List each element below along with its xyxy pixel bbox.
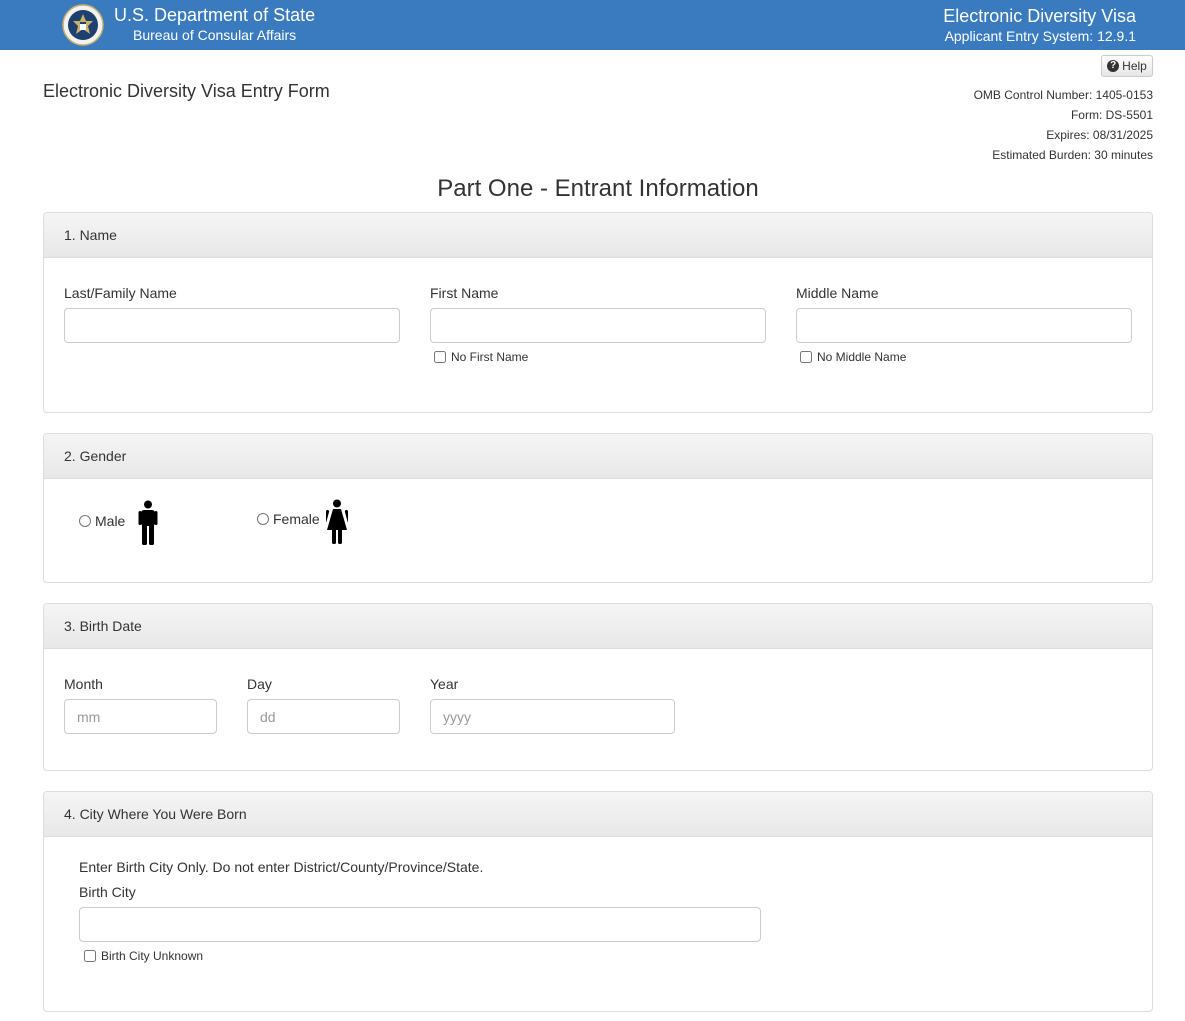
omb-expiration: Expires: 08/31/2025: [1046, 128, 1153, 142]
state-department-seal-icon: [62, 4, 104, 46]
male-person-icon: [138, 500, 158, 545]
omb-burden: Estimated Burden: 30 minutes: [992, 148, 1153, 162]
first-name-input[interactable]: [430, 308, 766, 343]
birth-date-panel: 3. Birth Date Month Day Year: [43, 603, 1153, 771]
birth-year-label: Year: [430, 676, 459, 692]
no-middle-name-checkbox[interactable]: [800, 351, 812, 363]
gender-female-radio[interactable]: [257, 513, 269, 525]
no-middle-name-label: No Middle Name: [817, 350, 907, 364]
site-header: U.S. Department of State Bureau of Consu…: [0, 0, 1185, 50]
middle-name-input[interactable]: [796, 308, 1132, 343]
gender-male-radio[interactable]: [79, 515, 91, 527]
birth-city-input[interactable]: [79, 907, 761, 942]
omb-form-number: Form: DS-5501: [1070, 108, 1153, 122]
system-version: Applicant Entry System: 12.9.1: [944, 28, 1136, 44]
birth-city-label: Birth City: [79, 884, 136, 900]
gender-female-label: Female: [273, 511, 320, 527]
birth-year-input[interactable]: [430, 699, 675, 734]
help-button[interactable]: ? Help: [1101, 55, 1153, 77]
first-name-label: First Name: [430, 285, 499, 301]
help-button-label: Help: [1122, 59, 1147, 73]
birth-month-label: Month: [64, 676, 103, 692]
system-title: Electronic Diversity Visa: [943, 6, 1136, 26]
gender-panel-heading: 2. Gender: [44, 434, 1152, 479]
last-name-input[interactable]: [64, 308, 400, 343]
no-middle-name-option[interactable]: No Middle Name: [800, 350, 906, 364]
omb-control-number: OMB Control Number: 1405-0153: [973, 88, 1153, 102]
gender-panel: 2. Gender Male Female: [43, 433, 1153, 583]
question-circle-icon: ?: [1107, 60, 1120, 72]
gender-male-label: Male: [95, 513, 126, 529]
gender-female-option[interactable]: Female: [257, 511, 320, 527]
female-person-icon: [326, 499, 348, 544]
no-first-name-label: No First Name: [451, 350, 529, 364]
name-panel-heading: 1. Name: [44, 213, 1152, 258]
last-name-label: Last/Family Name: [64, 285, 177, 301]
birth-city-unknown-label: Birth City Unknown: [101, 949, 204, 963]
birth-date-panel-heading: 3. Birth Date: [44, 604, 1152, 649]
no-first-name-option[interactable]: No First Name: [434, 350, 528, 364]
birth-month-input[interactable]: [64, 699, 217, 734]
birth-city-instruction: Enter Birth City Only. Do not enter Dist…: [79, 859, 484, 875]
middle-name-label: Middle Name: [796, 285, 879, 301]
birth-city-unknown-option[interactable]: Birth City Unknown: [84, 949, 203, 963]
part-title: Part One - Entrant Information: [437, 175, 759, 202]
department-title: U.S. Department of State: [114, 5, 316, 25]
birth-city-panel: 4. City Where You Were Born Enter Birth …: [43, 791, 1153, 1012]
omb-info: OMB Control Number: 1405-0153 Form: DS-5…: [974, 85, 1153, 165]
birth-city-unknown-checkbox[interactable]: [84, 950, 96, 962]
gender-male-option[interactable]: Male: [79, 513, 125, 529]
birth-city-panel-heading: 4. City Where You Were Born: [44, 792, 1152, 837]
birth-day-label: Day: [247, 676, 272, 692]
form-title: Electronic Diversity Visa Entry Form: [43, 81, 330, 101]
no-first-name-checkbox[interactable]: [434, 351, 446, 363]
birth-day-input[interactable]: [247, 699, 400, 734]
name-panel: 1. Name Last/Family Name First Name No F…: [43, 212, 1153, 413]
department-subtitle: Bureau of Consular Affairs: [133, 27, 297, 43]
